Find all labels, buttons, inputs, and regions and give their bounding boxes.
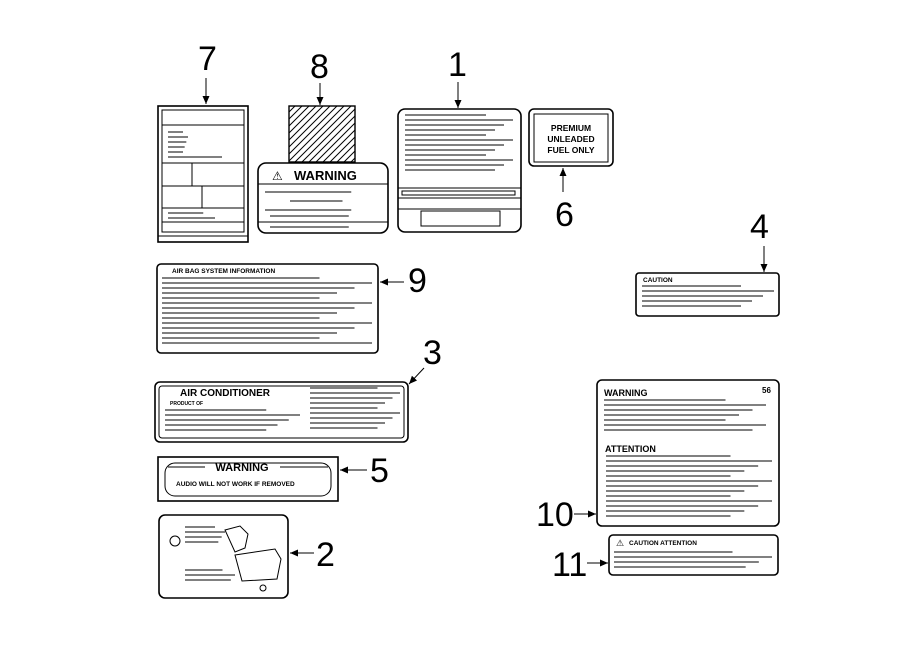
- callout-5: 5: [370, 452, 389, 490]
- caution-title: CAUTION: [643, 277, 673, 284]
- arrowhead-icon: [290, 549, 298, 557]
- attention-title: ATTENTION: [605, 444, 656, 454]
- arrowhead-icon: [316, 97, 324, 105]
- warning-text: WARNING: [215, 462, 268, 474]
- label-9-airbag: AIR BAG SYSTEM INFORMATION: [156, 263, 379, 354]
- label-5-audio-warning: WARNING AUDIO WILL NOT WORK IF REMOVED: [157, 456, 339, 502]
- label-code: 56: [762, 386, 771, 395]
- label-11-caution-attention: ⚠ CAUTION ATTENTION: [608, 534, 779, 576]
- callout-7: 7: [198, 40, 217, 78]
- audio-warning-text: AUDIO WILL NOT WORK IF REMOVED: [176, 481, 295, 488]
- label-3-air-conditioner: AIR CONDITIONER PRODUCT OF: [154, 381, 409, 443]
- callout-9: 9: [408, 262, 427, 300]
- label-10-warning-attention: WARNING 56 ATTENTION: [596, 379, 780, 527]
- label-6-fuel: PREMIUM UNLEADED FUEL ONLY: [528, 108, 614, 167]
- callout-10: 10: [536, 496, 574, 534]
- arrowhead-icon: [380, 278, 388, 286]
- arrowhead-icon: [559, 168, 567, 176]
- arrowhead-icon: [454, 100, 462, 108]
- arrowhead-icon: [600, 559, 608, 567]
- label-2-seat-tag: [158, 514, 289, 599]
- label-8-warning: ⚠ WARNING: [257, 105, 389, 234]
- arrowhead-icon: [588, 510, 596, 518]
- caution-attention-title: CAUTION ATTENTION: [629, 540, 697, 547]
- warning-text: WARNING: [294, 168, 357, 183]
- callout-8: 8: [310, 48, 329, 86]
- callout-1: 1: [448, 46, 467, 84]
- warning-title: WARNING: [604, 388, 648, 398]
- callout-11: 11: [552, 546, 587, 584]
- warning-triangle-icon: ⚠: [272, 169, 283, 183]
- label-7-vehicle-info: [157, 105, 249, 243]
- ac-product-of: PRODUCT OF: [170, 401, 203, 407]
- callout-6: 6: [555, 196, 574, 234]
- arrowhead-icon: [760, 264, 768, 272]
- arrowhead-icon: [340, 466, 348, 474]
- fuel-text-line: FUEL ONLY: [547, 145, 595, 155]
- arrowhead-icon: [202, 96, 210, 104]
- callout-4: 4: [750, 208, 769, 246]
- label-4-caution: CAUTION: [635, 272, 780, 317]
- label-1-emission-info: [397, 108, 522, 233]
- callout-3: 3: [423, 334, 442, 372]
- callout-2: 2: [316, 536, 335, 574]
- fuel-text-line: UNLEADED: [547, 134, 594, 144]
- warning-triangle-icon: ⚠: [616, 538, 624, 548]
- labels-parts-diagram: 7 ⚠ WARNING 8 1 PREMIUM UNLEADED FUEL ON…: [154, 40, 780, 599]
- fuel-text-line: PREMIUM: [551, 123, 591, 133]
- airbag-title: AIR BAG SYSTEM INFORMATION: [172, 268, 275, 275]
- ac-title: AIR CONDITIONER: [180, 388, 271, 399]
